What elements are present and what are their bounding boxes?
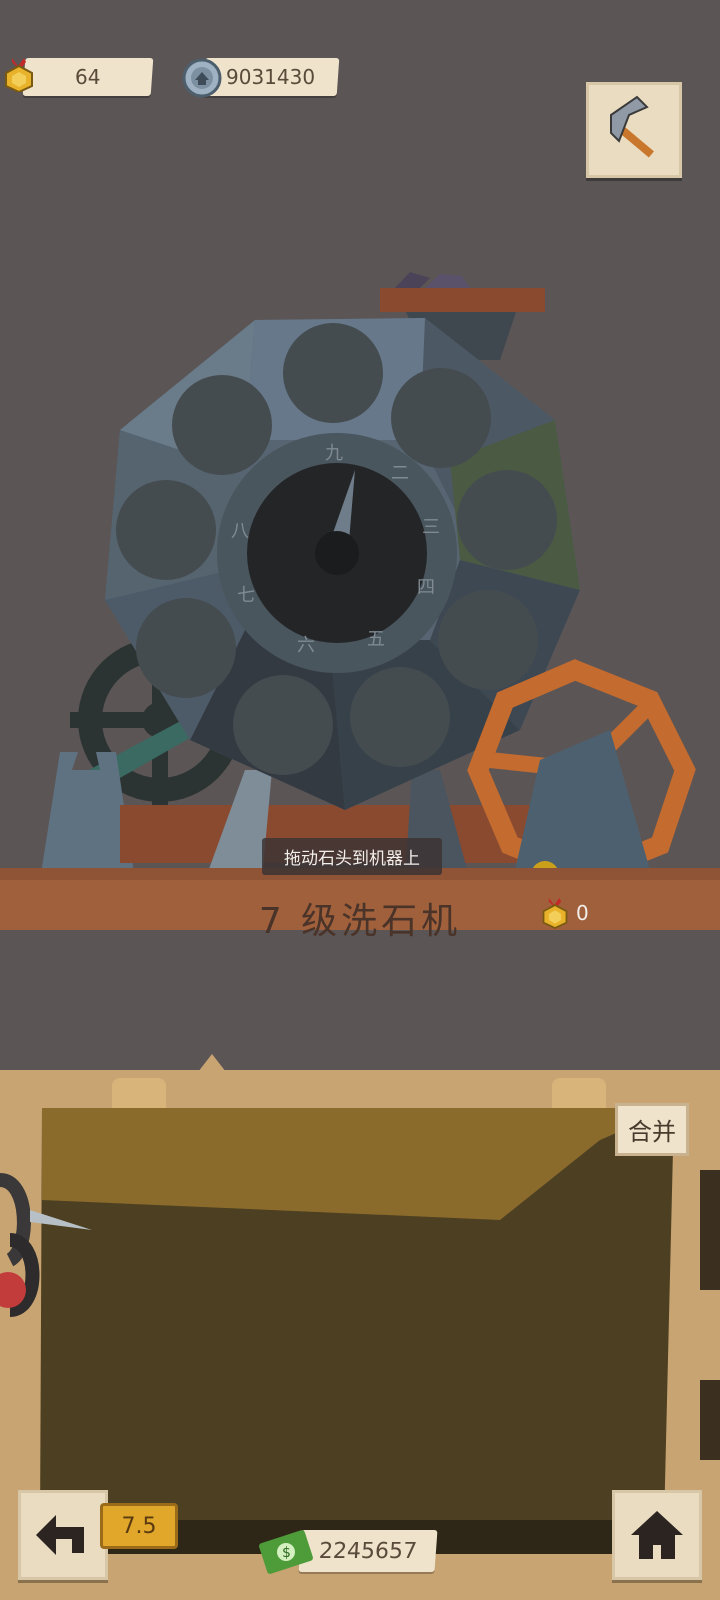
level-badge: 7.5 (100, 1503, 178, 1549)
dial-mark: 五 (367, 629, 385, 650)
merge-button[interactable]: 合并 (615, 1103, 689, 1156)
reward-medal-count: 0 (576, 901, 589, 925)
stone-counter: 9031430 (182, 56, 340, 100)
pickaxe-button[interactable] (586, 82, 682, 178)
home-button[interactable] (612, 1490, 702, 1580)
dial-mark: 六 (297, 635, 315, 656)
level-badge-text: 7.5 (121, 1513, 157, 1539)
pickaxe-icon (610, 95, 654, 158)
dial-mark: 四 (417, 577, 435, 598)
medal-counter: 64 (4, 56, 154, 100)
medal-count: 64 (75, 65, 101, 89)
dial-mark: 二 (391, 463, 409, 484)
reward-medals: 0 (540, 896, 589, 930)
dial-mark: 七 (237, 585, 255, 606)
side-tool-icon[interactable] (0, 1170, 95, 1330)
money-icon: $ (259, 1530, 313, 1574)
money-amount: 2245657 (318, 1538, 418, 1564)
dial-mark: 八 (231, 521, 249, 542)
medal-icon (542, 898, 568, 929)
back-button[interactable] (18, 1490, 108, 1580)
money-counter-box: 2245657 (298, 1530, 438, 1572)
machine-title: 7 级洗石机 (258, 901, 462, 942)
stone-coin-icon (182, 58, 222, 98)
money-counter: 2245657 $ (258, 1528, 438, 1576)
dial-markings: 九 二 三 四 五 六 七 八 (217, 433, 457, 673)
dial-mark: 三 (422, 517, 440, 538)
back-arrow-icon (36, 1515, 84, 1555)
svg-text:$: $ (282, 1545, 291, 1561)
dial-mark: 九 (325, 443, 343, 464)
stone-counter-box: 9031430 (202, 58, 340, 96)
home-icon (631, 1511, 683, 1559)
medal-counter-box: 64 (22, 58, 154, 96)
stone-count: 9031430 (226, 65, 316, 89)
medal-icon (5, 58, 33, 92)
drag-hint: 拖动石头到机器上 (262, 838, 442, 875)
